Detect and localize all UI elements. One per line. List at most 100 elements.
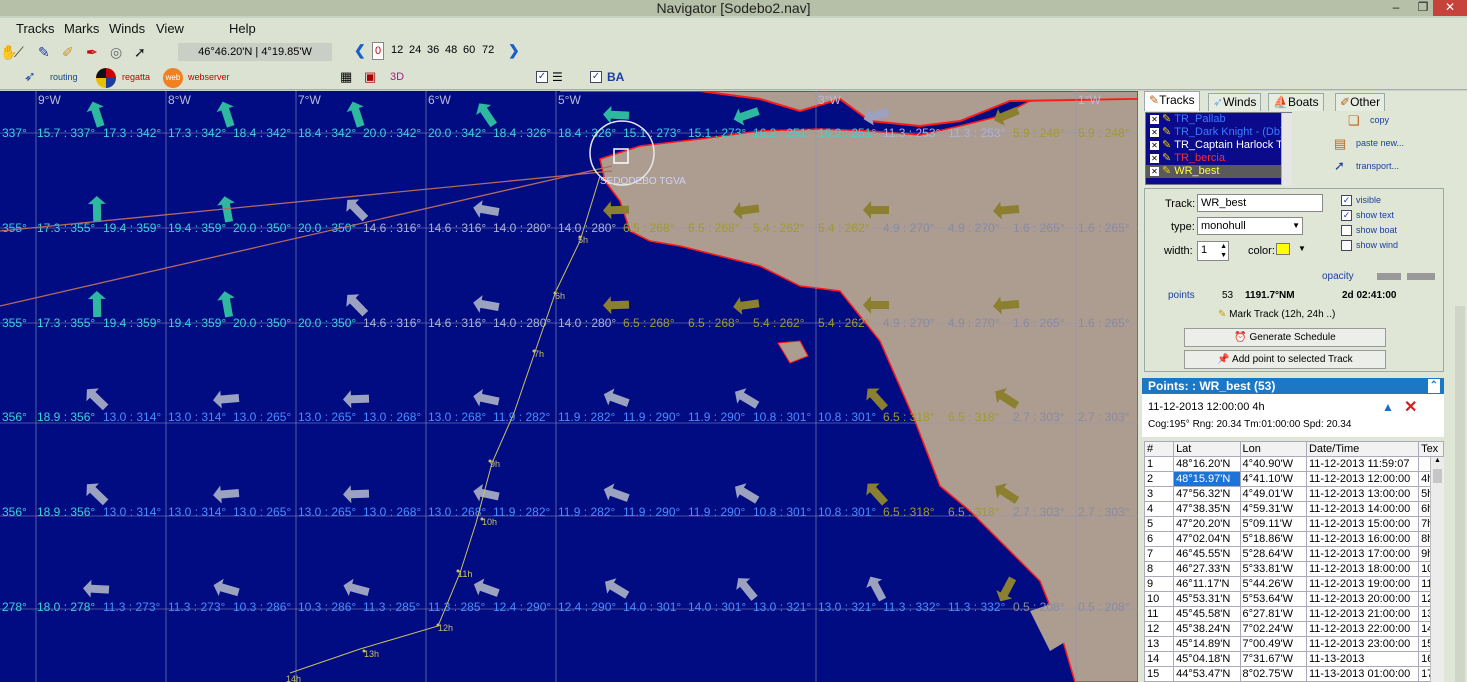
hour-60[interactable]: 60 [463,44,475,56]
generate-schedule-button[interactable]: ⏰ Generate Schedule [1184,328,1386,347]
table-cell[interactable]: 4°40.90'W [1239,456,1307,472]
layer-checkbox[interactable]: ✓ [536,71,548,83]
show-text-checkbox[interactable]: ✓ show text [1341,210,1394,222]
track-list-item[interactable]: ✕ ✎ TR_bercia [1146,152,1291,165]
table-row[interactable]: 13 45°14.89'N 7°00.49'W 11-12-2013 23:00:00… [1143,636,1444,652]
hour-36[interactable]: 36 [427,44,439,56]
track-visibility-icon[interactable]: ✕ [1150,141,1159,150]
table-cell[interactable]: 46°11.17'N [1173,576,1241,592]
menu-winds[interactable]: Winds [109,21,145,36]
track-name-input[interactable] [1197,194,1323,212]
table-row[interactable]: 4 47°38.35'N 4°59.31'W 11-12-2013 14:00:00 6… [1143,501,1444,517]
col-lon[interactable]: Lon [1239,441,1307,457]
menu-help[interactable]: Help [229,21,256,36]
move-up-icon[interactable]: ▲ [1382,400,1394,414]
col-datetime[interactable]: Date/Time [1305,441,1420,457]
table-cell[interactable]: 7°00.49'W [1239,636,1307,652]
table-cell[interactable]: 4°49.01'W [1239,486,1307,502]
table-cell[interactable]: 14 [1143,651,1175,667]
track-visibility-icon[interactable]: ✕ [1150,115,1159,124]
mark-track-button[interactable]: ✎ Mark Track (12h, 24h ..) [1218,309,1335,320]
table-cell[interactable]: 8°02.75'W [1239,666,1307,682]
hour-48[interactable]: 48 [445,44,457,56]
ba-checkbox[interactable]: ✓ [590,71,602,83]
table-cell[interactable]: 4°41.10'W [1239,471,1307,487]
menu-view[interactable]: View [156,21,184,36]
table-cell[interactable]: 46°27.33'N [1173,561,1241,577]
table-cell[interactable]: 5°44.26'W [1239,576,1307,592]
table-cell[interactable]: 7°02.24'W [1239,621,1307,637]
table-cell[interactable]: 46°45.55'N [1173,546,1241,562]
table-cell[interactable]: 5 [1143,516,1175,532]
table-row[interactable]: 946°11.17'N5°44.26'W11-12-2013 19:00:001… [1143,576,1444,592]
table-cell[interactable]: 15 [1143,666,1175,682]
table-row[interactable]: 2 48°15.97'N 4°41.10'W 11-12-2013 12:00:00 4… [1143,471,1444,487]
regatta-icon[interactable] [96,68,116,88]
table-cell[interactable]: 11-12-2013 19:00:00 [1305,576,1420,592]
table-cell[interactable]: 11-13-2013 [1305,651,1420,667]
webserver-label[interactable]: webserver [188,72,230,82]
table-cell[interactable]: 45°53.31'N [1173,591,1241,607]
tab-other[interactable]: ✐Other [1335,93,1386,111]
table-row[interactable]: 846°27.33'N5°33.81'W11-12-2013 18:00:001… [1143,561,1444,577]
table-row[interactable]: 6 47°02.04'N 5°18.86'W 11-12-2013 16:00:00 8… [1143,531,1444,547]
table-row[interactable]: 15 44°53.47'N 8°02.75'W 11-13-2013 01:00:00… [1143,666,1444,682]
table-cell[interactable]: 11-12-2013 16:00:00 [1305,531,1420,547]
menu-tracks[interactable]: Tracks [16,21,55,36]
table-cell[interactable]: 6°27.81'W [1239,606,1307,622]
col-text[interactable]: Tex [1418,441,1444,457]
table-cell[interactable]: 45°38.24'N [1173,621,1241,637]
collapse-icon[interactable]: ⌃ [1427,379,1440,393]
table-cell[interactable]: 47°20.20'N [1173,516,1241,532]
paste-new-link[interactable]: paste new... [1356,138,1404,148]
opacity-slider-1[interactable] [1377,273,1401,280]
layers-icon[interactable]: ☰ [552,70,570,88]
table-cell[interactable]: 1 [1143,456,1175,472]
hour-0[interactable]: 0 [372,42,385,60]
chart-map[interactable]: 9°W 8°W 7°W 6°W 5°W 3°W 1°W 337° 15.7 : 337° 17.… [0,91,1138,682]
table-cell[interactable]: 45°45.58'N [1173,606,1241,622]
table-cell[interactable]: 45°04.18'N [1173,651,1241,667]
delete-point-icon[interactable]: ✕ [1404,397,1417,417]
regatta-label[interactable]: regatta [122,72,150,82]
table-cell[interactable]: 5°18.86'W [1239,531,1307,547]
opacity-slider-2[interactable] [1407,273,1435,280]
table-cell[interactable]: 4°59.31'W [1239,501,1307,517]
table-cell[interactable]: 48°16.20'N [1173,456,1241,472]
track-list-item[interactable]: ✕ ✎ WR_best [1146,165,1291,178]
table-cell[interactable]: 2 [1143,471,1175,487]
tab-boats[interactable]: ⛵Boats [1268,93,1324,111]
visible-checkbox[interactable]: ✓ visible [1341,195,1381,207]
table-cell[interactable]: 11-12-2013 17:00:00 [1305,546,1420,562]
panel-scrollbar[interactable] [1455,306,1465,682]
table-row[interactable]: 7 46°45.55'N 5°28.64'W 11-12-2013 17:00:00 9… [1143,546,1444,562]
table-cell[interactable]: 48°15.97'N [1173,471,1241,487]
type-select[interactable]: monohull ▼ [1197,217,1303,235]
col-lat[interactable]: Lat [1173,441,1241,457]
table-cell[interactable]: 5°53.64'W [1239,591,1307,607]
next-time-icon[interactable]: ❯ [508,42,520,59]
table-cell[interactable]: 12 [1143,621,1175,637]
hour-12[interactable]: 12 [391,44,403,56]
track-visibility-icon[interactable]: ✕ [1150,154,1159,163]
table-cell[interactable]: 11-12-2013 22:00:00 [1305,621,1420,637]
table-cell[interactable]: 47°38.35'N [1173,501,1241,517]
routing-icon[interactable]: ➶ [24,68,42,86]
table-cell[interactable]: 11-12-2013 23:00:00 [1305,636,1420,652]
table-row[interactable]: 3 47°56.32'N 4°49.01'W 11-12-2013 13:00:00 5… [1143,486,1444,502]
table-cell[interactable]: 3 [1143,486,1175,502]
map-canvas[interactable]: 9°W 8°W 7°W 6°W 5°W 3°W 1°W 337° 15.7 : 337° 17.… [0,91,1138,682]
brush-icon[interactable]: ✒ [86,44,104,62]
table-cell[interactable]: 44°53.47'N [1173,666,1241,682]
pencil-icon[interactable]: ✐ [62,44,80,62]
width-stepper[interactable]: 1 ▲ ▼ [1197,241,1229,261]
table-cell[interactable]: 5°09.11'W [1239,516,1307,532]
tab-tracks[interactable]: ✎Tracks [1144,91,1200,111]
table-cell[interactable]: 11-12-2013 12:00:00 [1305,471,1420,487]
table-cell[interactable]: 11 [1143,606,1175,622]
table-cell[interactable]: 45°14.89'N [1173,636,1241,652]
table-cell[interactable]: 11-12-2013 20:00:00 [1305,591,1420,607]
table-row[interactable]: 5 47°20.20'N 5°09.11'W 11-12-2013 15:00:00 7… [1143,516,1444,532]
table-cell[interactable]: 11-13-2013 01:00:00 [1305,666,1420,682]
copy-link[interactable]: copy [1370,115,1389,125]
